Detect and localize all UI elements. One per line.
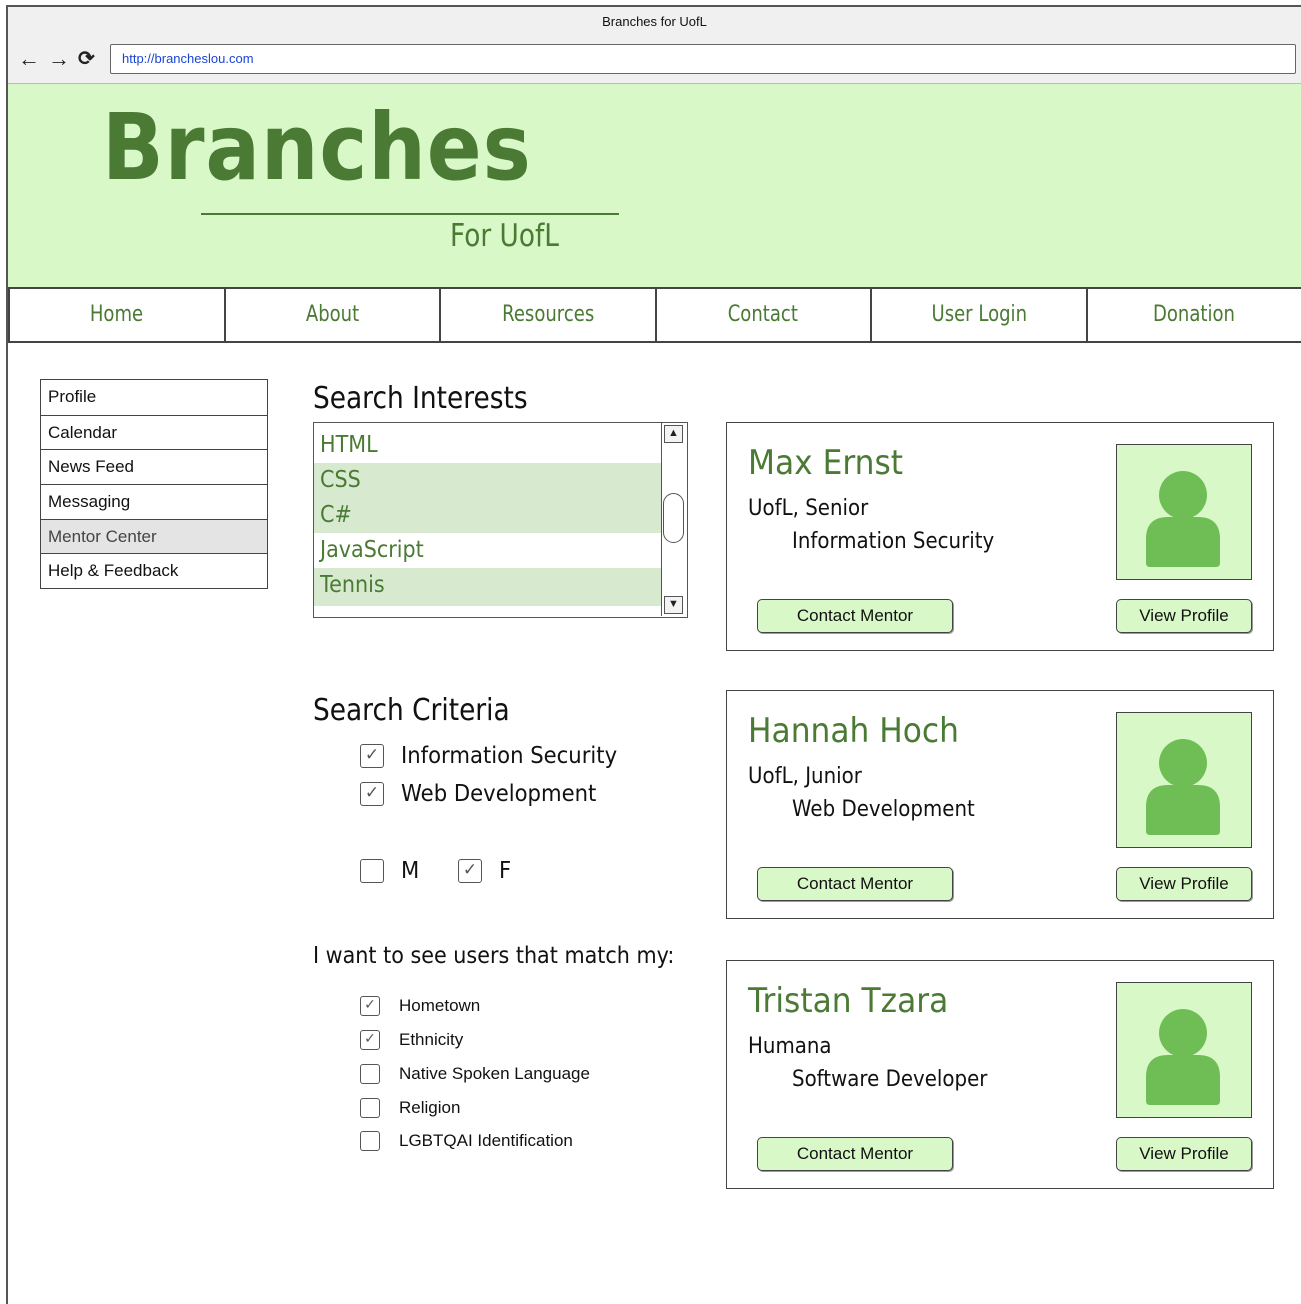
mentor-field: Information Security xyxy=(792,529,995,554)
checkbox-checked[interactable]: ✓ xyxy=(458,859,482,883)
checkbox-checked[interactable]: ✓ xyxy=(360,782,384,806)
mentor-name: Hannah Hoch xyxy=(748,711,959,751)
scroll-down-icon[interactable]: ▼ xyxy=(664,596,683,614)
checkbox-checked[interactable]: ✓ xyxy=(360,996,380,1016)
gender-f[interactable]: ✓ F xyxy=(458,858,512,884)
sidebar-item-help-feedback[interactable]: Help & Feedback xyxy=(41,553,267,588)
interest-option-csharp[interactable]: C# xyxy=(314,498,661,533)
mentor-org: UofL, Junior xyxy=(748,764,862,789)
site-logo-title: Branches xyxy=(102,94,532,201)
checkbox-unchecked[interactable] xyxy=(360,859,384,883)
interest-option-tennis[interactable]: Tennis xyxy=(314,568,661,606)
checkbox-unchecked[interactable] xyxy=(360,1131,380,1151)
window-title: Branches for UofL xyxy=(8,7,1301,37)
scroll-thumb[interactable] xyxy=(663,493,684,543)
criteria-web-development[interactable]: ✓ Web Development xyxy=(360,781,613,807)
mentor-org: UofL, Senior xyxy=(748,496,869,521)
nav-tab-resources[interactable]: Resources xyxy=(439,289,655,341)
scroll-up-icon[interactable]: ▲ xyxy=(664,425,683,443)
checkbox-checked[interactable]: ✓ xyxy=(360,1030,380,1050)
mentor-field: Software Developer xyxy=(792,1067,988,1092)
match-native-language[interactable]: Native Spoken Language xyxy=(360,1064,590,1084)
checkbox-unchecked[interactable] xyxy=(360,1064,380,1084)
address-bar: ← → ⟳ http://brancheslou.com xyxy=(8,37,1301,84)
nav-tab-home[interactable]: Home xyxy=(8,289,224,341)
site-banner: Branches For UofL xyxy=(8,84,1301,287)
mentor-org: Humana xyxy=(748,1034,832,1059)
sidebar-item-news-feed[interactable]: News Feed xyxy=(41,449,267,484)
interest-option-javascript[interactable]: JavaScript xyxy=(314,533,661,568)
match-heading: I want to see users that match my: xyxy=(313,943,675,969)
main-nav: Home About Resources Contact User Login … xyxy=(8,287,1301,343)
contact-mentor-button[interactable]: Contact Mentor xyxy=(757,599,953,633)
back-arrow-icon[interactable]: ← xyxy=(18,45,40,73)
contact-mentor-button[interactable]: Contact Mentor xyxy=(757,867,953,901)
mentor-card: Hannah Hoch UofL, Junior Web Development… xyxy=(726,690,1274,919)
mentor-name: Tristan Tzara xyxy=(748,981,949,1021)
sidebar-item-profile[interactable]: Profile xyxy=(41,380,267,415)
view-profile-button[interactable]: View Profile xyxy=(1116,1137,1252,1171)
user-avatar-icon xyxy=(1116,712,1252,848)
user-avatar-icon xyxy=(1116,982,1252,1118)
mentor-card: Max Ernst UofL, Senior Information Secur… xyxy=(726,422,1274,651)
nav-tab-user-login[interactable]: User Login xyxy=(870,289,1086,341)
user-avatar-icon xyxy=(1116,444,1252,580)
search-criteria-heading: Search Criteria xyxy=(313,693,510,728)
view-profile-button[interactable]: View Profile xyxy=(1116,867,1252,901)
criteria-information-security[interactable]: ✓ Information Security xyxy=(360,743,636,769)
sidebar-item-messaging[interactable]: Messaging xyxy=(41,484,267,519)
interest-option-css[interactable]: CSS xyxy=(314,463,661,498)
contact-mentor-button[interactable]: Contact Mentor xyxy=(757,1137,953,1171)
match-lgbtqai[interactable]: LGBTQAI Identification xyxy=(360,1131,573,1151)
match-ethnicity[interactable]: ✓ Ethnicity xyxy=(360,1030,463,1050)
sidebar-item-mentor-center[interactable]: Mentor Center xyxy=(41,518,267,554)
interests-listbox[interactable]: HTML CSS C# JavaScript Tennis ▲ ▼ xyxy=(313,422,688,618)
checkbox-unchecked[interactable] xyxy=(360,1098,380,1118)
nav-tab-about[interactable]: About xyxy=(223,289,440,341)
mentor-card: Tristan Tzara Humana Software Developer … xyxy=(726,960,1274,1189)
sidebar-menu: Profile Calendar News Feed Messaging Men… xyxy=(40,379,268,590)
url-input[interactable]: http://brancheslou.com xyxy=(110,44,1296,74)
mentor-name: Max Ernst xyxy=(748,443,904,483)
reload-icon[interactable]: ⟳ xyxy=(78,45,95,73)
sidebar-item-calendar[interactable]: Calendar xyxy=(41,414,267,450)
listbox-scrollbar[interactable]: ▲ ▼ xyxy=(661,423,687,616)
logo-underline xyxy=(201,213,619,215)
nav-tab-donation[interactable]: Donation xyxy=(1085,289,1301,341)
site-logo-subtitle: For UofL xyxy=(450,218,559,254)
checkbox-checked[interactable]: ✓ xyxy=(360,744,384,768)
gender-m[interactable]: M xyxy=(360,858,421,884)
match-hometown[interactable]: ✓ Hometown xyxy=(360,996,480,1016)
search-interests-heading: Search Interests xyxy=(313,381,528,416)
forward-arrow-icon[interactable]: → xyxy=(48,45,70,73)
match-religion[interactable]: Religion xyxy=(360,1098,460,1118)
view-profile-button[interactable]: View Profile xyxy=(1116,599,1252,633)
interest-option-html[interactable]: HTML xyxy=(314,428,661,463)
mentor-field: Web Development xyxy=(792,797,975,822)
nav-tab-contact[interactable]: Contact xyxy=(654,289,871,341)
